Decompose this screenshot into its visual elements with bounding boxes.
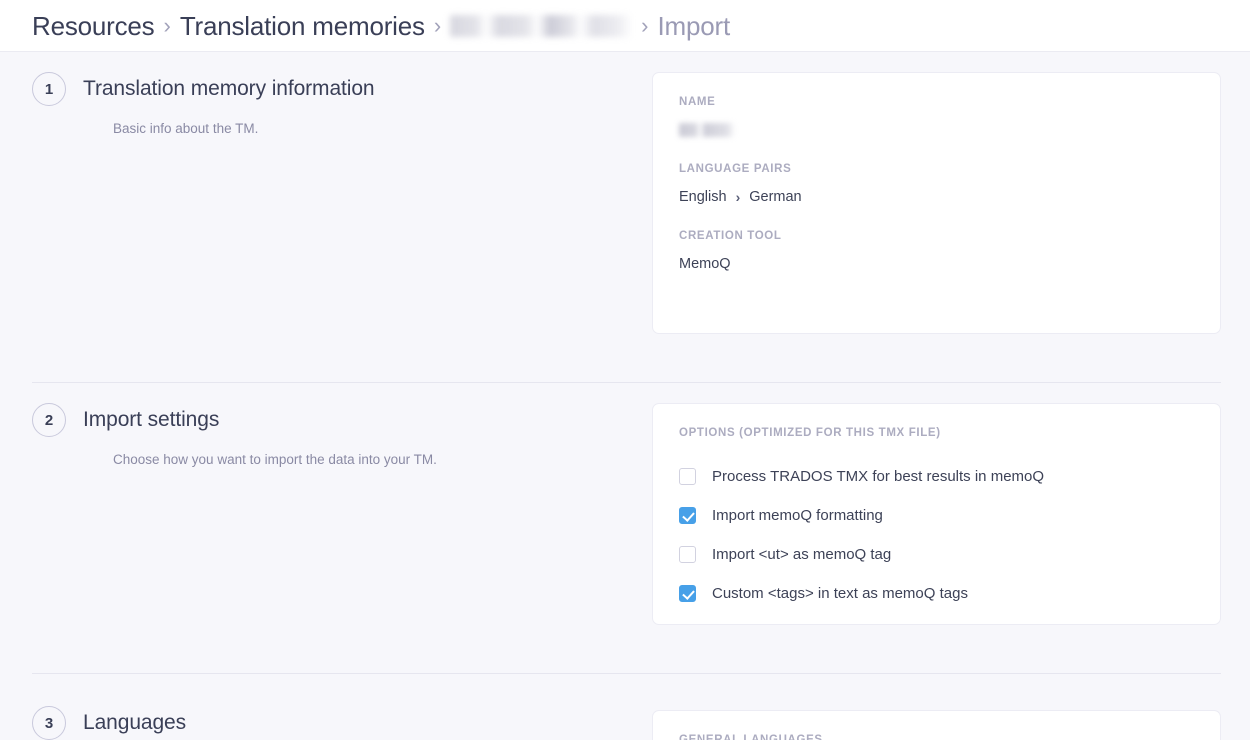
tm-information-card: NAME LANGUAGE PAIRS English › German CRE… [652,72,1221,334]
section-1-heading: 1 Translation memory information [32,72,652,106]
general-languages-label: GENERAL LANGUAGES [679,734,1194,740]
breadcrumb-item-import: Import [657,13,729,39]
language-target: German [749,189,801,205]
option-label-custom-tags-as-memoq-tags[interactable]: Custom <tags> in text as memoQ tags [712,585,968,602]
section-1-description: Basic info about the TM. [113,120,652,139]
breadcrumb: Resources › Translation memories › › Imp… [32,13,730,39]
section-2-content: OPTIONS (OPTIMIZED FOR THIS TMX FILE) Pr… [652,383,1221,673]
breadcrumb-separator-icon: › [163,15,170,37]
option-row-custom-tags-as-memoq-tags[interactable]: Custom <tags> in text as memoQ tags [679,574,1194,613]
language-arrow-icon: › [736,189,741,205]
section-2-description: Choose how you want to import the data i… [113,451,652,470]
breadcrumb-item-tm-name-redacted[interactable] [450,15,632,37]
field-language-pairs-value: English › German [679,189,1194,205]
section-2-title: Import settings [83,408,219,432]
option-label-process-trados-tmx[interactable]: Process TRADOS TMX for best results in m… [712,468,1044,485]
section-3-title: Languages [83,711,186,735]
import-options-label: OPTIONS (OPTIMIZED FOR THIS TMX FILE) [679,427,1194,439]
section-languages: 3 Languages GENERAL LANGUAGES [0,674,1250,740]
section-1-intro: 1 Translation memory information Basic i… [32,52,652,382]
import-options-list: Process TRADOS TMX for best results in m… [679,457,1194,613]
section-1-title: Translation memory information [83,77,375,101]
option-row-import-ut-as-memoq-tag[interactable]: Import <ut> as memoQ tag [679,535,1194,574]
breadcrumb-item-resources[interactable]: Resources [32,13,154,39]
field-language-pairs-label: LANGUAGE PAIRS [679,163,1194,175]
checkbox-import-memoq-formatting[interactable] [679,507,696,524]
import-wizard-body: 1 Translation memory information Basic i… [0,52,1250,740]
section-1-content: NAME LANGUAGE PAIRS English › German CRE… [652,52,1221,382]
section-translation-memory-information: 1 Translation memory information Basic i… [0,52,1250,382]
field-creation-tool-value: MemoQ [679,256,1194,272]
import-settings-card: OPTIONS (OPTIMIZED FOR THIS TMX FILE) Pr… [652,403,1221,625]
field-creation-tool: CREATION TOOL MemoQ [679,230,1194,272]
step-number-3: 3 [32,706,66,740]
option-row-import-memoq-formatting[interactable]: Import memoQ formatting [679,496,1194,535]
field-name: NAME [679,96,1194,138]
field-creation-tool-label: CREATION TOOL [679,230,1194,242]
checkbox-process-trados-tmx[interactable] [679,468,696,485]
checkbox-custom-tags-as-memoq-tags[interactable] [679,585,696,602]
field-language-pairs: LANGUAGE PAIRS English › German [679,163,1194,205]
breadcrumb-item-translation-memories[interactable]: Translation memories [180,13,425,39]
option-label-import-memoq-formatting[interactable]: Import memoQ formatting [712,507,883,524]
field-name-value-wrapper [679,122,1194,138]
section-3-intro: 3 Languages [32,674,652,740]
breadcrumb-separator-icon: › [641,15,648,37]
section-3-heading: 3 Languages [32,706,652,740]
language-source: English [679,189,727,205]
page-header: Resources › Translation memories › › Imp… [0,0,1250,52]
step-number-2: 2 [32,403,66,437]
breadcrumb-separator-icon: › [434,15,441,37]
step-number-1: 1 [32,72,66,106]
languages-card: GENERAL LANGUAGES [652,710,1221,740]
option-label-import-ut-as-memoq-tag[interactable]: Import <ut> as memoQ tag [712,546,891,563]
section-2-heading: 2 Import settings [32,403,652,437]
field-name-label: NAME [679,96,1194,108]
section-2-intro: 2 Import settings Choose how you want to… [32,383,652,673]
checkbox-import-ut-as-memoq-tag[interactable] [679,546,696,563]
section-3-content: GENERAL LANGUAGES [652,674,1221,740]
section-import-settings: 2 Import settings Choose how you want to… [0,383,1250,673]
field-name-value-redacted [679,123,735,137]
option-row-process-trados-tmx[interactable]: Process TRADOS TMX for best results in m… [679,457,1194,496]
